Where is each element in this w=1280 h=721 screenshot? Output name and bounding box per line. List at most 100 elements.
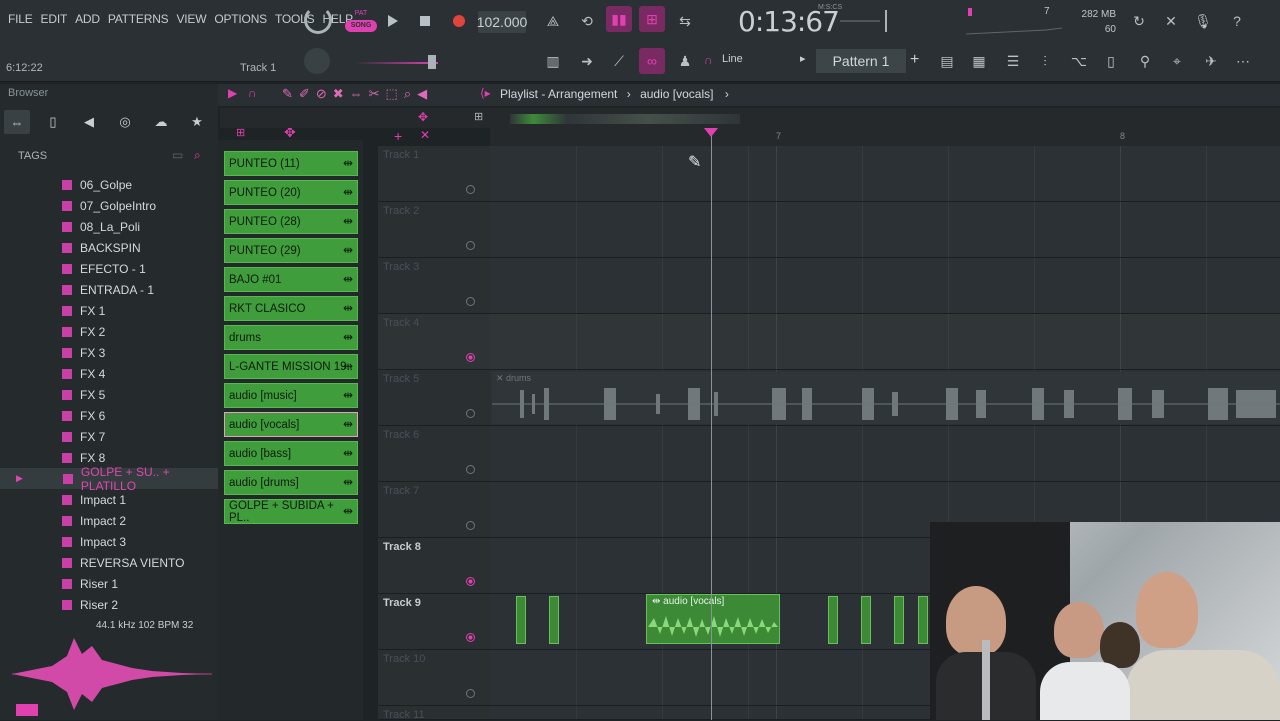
browser-item[interactable]: FX 5 xyxy=(0,384,218,405)
channel-clip[interactable]: BAJO #01 ⇹ xyxy=(224,267,358,292)
track-name[interactable]: Track 10 xyxy=(383,653,425,665)
pattern-song-toggle[interactable]: PAT SONG xyxy=(345,8,377,36)
menu-file[interactable]: FILE xyxy=(4,12,37,26)
channel-clip[interactable]: L-GANTE MISSION 19.. ⇹ xyxy=(224,354,358,379)
remove-track-icon[interactable]: ✕ xyxy=(420,128,430,142)
preview-play-icon[interactable] xyxy=(16,704,38,716)
step-edit-button[interactable]: ⊞ xyxy=(639,6,665,32)
channel-clip[interactable]: audio [drums] ⇹ xyxy=(224,470,358,495)
slice-tool-icon[interactable]: ✂ xyxy=(369,86,386,101)
vocals-clip-fragment[interactable] xyxy=(516,596,526,644)
add-clip-icon[interactable]: ⇹ xyxy=(343,330,353,344)
countdown-button[interactable]: ▮▮ xyxy=(606,6,632,32)
add-clip-icon[interactable]: ⇹ xyxy=(343,272,353,286)
browser-toggle-button[interactable]: ⌥ xyxy=(1066,48,1092,74)
track-enable-led[interactable] xyxy=(466,521,475,530)
metronome-button[interactable]: ⟁ xyxy=(540,8,566,34)
mixer-button[interactable]: ⫶ xyxy=(1032,48,1058,74)
track-name[interactable]: Track 1 xyxy=(383,149,419,161)
master-pitch-slider[interactable] xyxy=(354,62,438,64)
wait-input-button[interactable]: ⟲ xyxy=(574,8,600,34)
add-clip-icon[interactable]: ⇹ xyxy=(343,504,353,518)
add-clip-icon[interactable]: ⇹ xyxy=(343,214,353,228)
tags-header[interactable]: TAGS xyxy=(18,150,47,162)
select-tool-icon[interactable]: ⬚ xyxy=(386,86,404,101)
browser-item[interactable]: FX 6 xyxy=(0,405,218,426)
track-name[interactable]: Track 5 xyxy=(383,373,419,385)
slice-tool-button[interactable]: ⟋ xyxy=(606,48,632,74)
browser-item[interactable]: EFECTO - 1 xyxy=(0,258,218,279)
touch-controller-button[interactable]: ⌖ xyxy=(1164,48,1190,74)
track-name[interactable]: Track 8 xyxy=(383,541,421,553)
track-enable-led[interactable] xyxy=(466,241,475,250)
piano-roll-button[interactable]: ▥ xyxy=(540,48,566,74)
export-button[interactable]: ✈ xyxy=(1198,48,1224,74)
browser-tab-all[interactable]: ⇔ xyxy=(4,110,30,134)
track-options-icon[interactable]: ⊞ xyxy=(474,110,483,123)
browser-item[interactable]: FX 1 xyxy=(0,300,218,321)
next-button[interactable]: ➜ xyxy=(574,48,600,74)
mute-tool-icon[interactable]: ✖ xyxy=(333,86,350,101)
mic-button[interactable]: 🎙 xyxy=(1190,8,1216,34)
menu-edit[interactable]: EDIT xyxy=(37,12,72,26)
playlist-overview-scroller[interactable] xyxy=(510,114,740,124)
browser-tab-cloud[interactable]: ☁ xyxy=(148,110,174,134)
vocals-clip-fragment[interactable] xyxy=(828,596,838,644)
sample-preview-waveform[interactable] xyxy=(12,634,212,718)
add-clip-icon[interactable]: ⇹ xyxy=(343,359,353,373)
channel-rack-button[interactable]: ☰ xyxy=(1000,48,1026,74)
channel-clip[interactable]: audio [bass] ⇹ xyxy=(224,441,358,466)
playlist-breadcrumb[interactable]: audio [vocals] xyxy=(640,87,713,101)
plugin-db-button[interactable]: ▯ xyxy=(1098,48,1124,74)
pattern-selector[interactable]: Pattern 1 xyxy=(816,49,906,73)
playlist-window-button[interactable]: ▤ xyxy=(934,48,960,74)
tempo-display[interactable]: 102.000 xyxy=(477,11,527,33)
track-name[interactable]: Track 3 xyxy=(383,261,419,273)
menu-overflow-button[interactable]: ⋯ xyxy=(1230,48,1256,74)
folder-icon[interactable]: ▭ xyxy=(172,148,183,162)
track-enable-led[interactable] xyxy=(466,465,475,474)
add-clip-icon[interactable]: ⇹ xyxy=(343,156,353,170)
plugin-picker-button[interactable]: ⚲ xyxy=(1132,48,1158,74)
main-pitch-knob[interactable] xyxy=(304,48,330,74)
menu-add[interactable]: ADD xyxy=(71,12,104,26)
browser-item[interactable]: 08_La_Poli xyxy=(0,216,218,237)
add-clip-icon[interactable]: ⇹ xyxy=(343,417,353,431)
browser-tab-files[interactable]: ▯ xyxy=(40,110,66,134)
channel-clip[interactable]: audio [music] ⇹ xyxy=(224,383,358,408)
blend-notes-button[interactable]: ⇆ xyxy=(672,8,698,34)
browser-item[interactable]: FX 3 xyxy=(0,342,218,363)
playback-tool-icon[interactable]: ◀ xyxy=(417,86,433,101)
paint-tool-icon[interactable]: ✐ xyxy=(299,86,316,101)
online-button[interactable]: ↻ xyxy=(1126,8,1152,34)
browser-tab-plugins[interactable]: ◎ xyxy=(112,110,138,134)
add-clip-icon[interactable]: ⇹ xyxy=(343,301,353,315)
track-enable-led[interactable] xyxy=(466,633,475,642)
track-enable-led[interactable] xyxy=(466,577,475,586)
playlist-options-icon[interactable]: ▶ xyxy=(228,86,237,100)
help-button[interactable]: ? xyxy=(1224,8,1250,34)
playhead-marker[interactable] xyxy=(704,128,718,137)
tools-button[interactable]: ✕ xyxy=(1158,8,1184,34)
browser-item[interactable]: REVERSA VIENTO xyxy=(0,552,218,573)
stop-button[interactable] xyxy=(412,8,438,34)
pattern-prev-icon[interactable]: ▸ xyxy=(800,52,806,65)
track-name[interactable]: Track 2 xyxy=(383,205,419,217)
link-button[interactable]: ∞ xyxy=(639,48,665,74)
track-enable-led[interactable] xyxy=(466,297,475,306)
pitch-slider-handle[interactable] xyxy=(428,55,436,69)
slip-tool-icon[interactable]: ⇔ xyxy=(350,86,369,101)
browser-tab-sounds[interactable]: ◀ xyxy=(76,110,102,134)
browser-item[interactable]: FX 2 xyxy=(0,321,218,342)
add-clip-icon[interactable]: ⇹ xyxy=(343,243,353,257)
magnet-snap-icon[interactable]: ∩ xyxy=(248,86,257,100)
add-pattern-button[interactable]: + xyxy=(910,51,919,69)
timeline-ruler[interactable] xyxy=(490,128,1280,146)
track-enable-led[interactable] xyxy=(466,353,475,362)
track-name[interactable]: Track 7 xyxy=(383,485,419,497)
track-enable-led[interactable] xyxy=(466,185,475,194)
vocals-clip-fragment[interactable] xyxy=(861,596,871,644)
piano-roll-window-button[interactable]: ▦ xyxy=(966,48,992,74)
channel-clip[interactable]: GOLPE + SUBIDA + PL.. ⇹ xyxy=(224,499,358,524)
channel-clip[interactable]: PUNTEO (11) ⇹ xyxy=(224,151,358,176)
